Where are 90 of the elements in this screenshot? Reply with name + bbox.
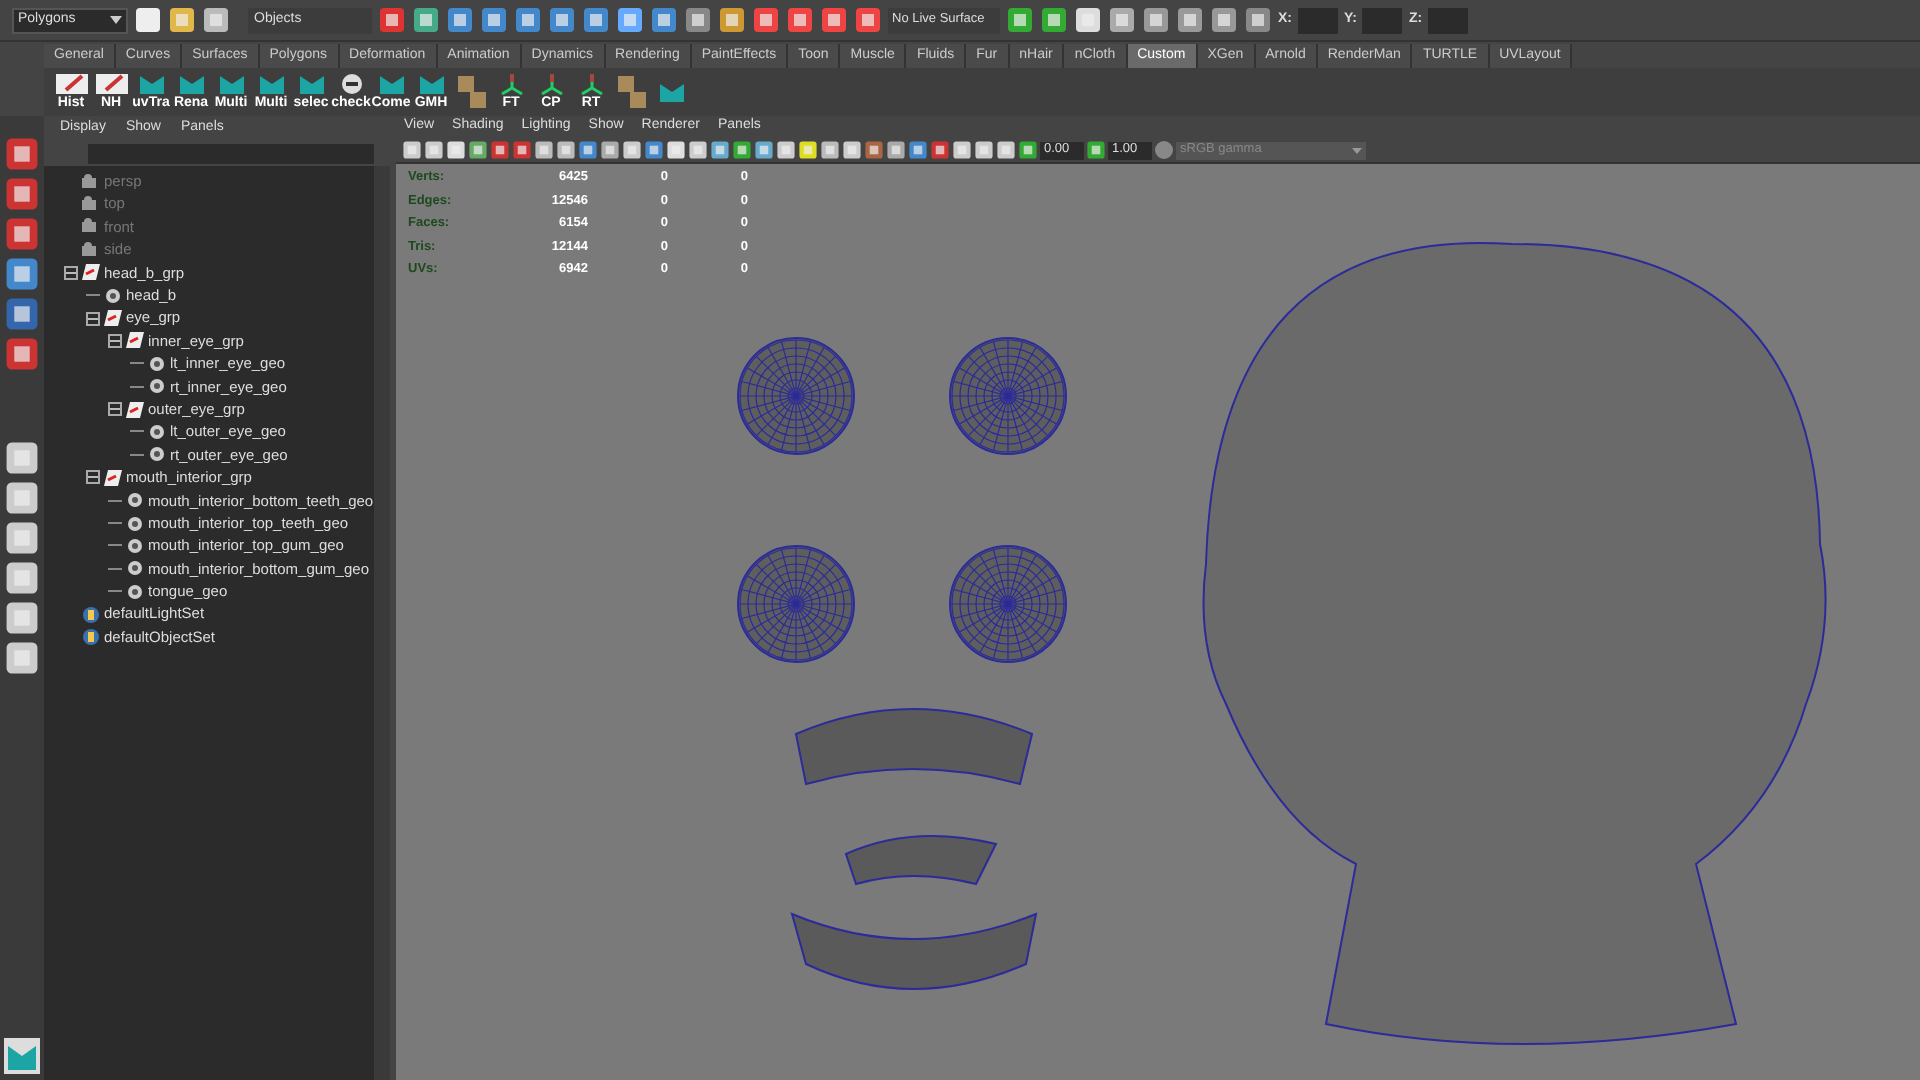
camera-icon bbox=[82, 173, 100, 190]
tool-icon[interactable] bbox=[786, 6, 814, 34]
camera-icon bbox=[82, 196, 100, 213]
layout-icon[interactable] bbox=[4, 520, 40, 556]
layout-icon[interactable] bbox=[4, 480, 40, 516]
coordinate-field[interactable] bbox=[1298, 7, 1338, 33]
layout-icon[interactable] bbox=[4, 560, 40, 596]
logo-icon bbox=[137, 72, 165, 96]
coordinate-field[interactable] bbox=[1362, 7, 1403, 33]
group-icon bbox=[82, 264, 100, 281]
tool-icon[interactable] bbox=[854, 6, 882, 34]
shelf-button[interactable] bbox=[452, 70, 490, 114]
tool-icon bbox=[453, 72, 489, 112]
save-icon[interactable] bbox=[202, 6, 230, 34]
eyeball-model-drawing bbox=[737, 337, 855, 455]
set-icon bbox=[82, 605, 100, 624]
tool-icon[interactable] bbox=[1086, 140, 1106, 160]
tool-icon[interactable] bbox=[4, 176, 40, 212]
note-pencil-icon bbox=[93, 72, 129, 96]
tool-icon[interactable] bbox=[616, 6, 644, 34]
dropdown-arrow-icon bbox=[1352, 147, 1362, 153]
group-icon bbox=[126, 401, 144, 418]
eyeball-model-drawing bbox=[737, 545, 855, 663]
tool-icon[interactable] bbox=[1108, 6, 1136, 34]
logo-icon bbox=[257, 72, 285, 96]
note-pencil-icon bbox=[53, 72, 89, 96]
dropdown-arrow-icon bbox=[110, 16, 122, 24]
tool-icon[interactable] bbox=[446, 6, 474, 34]
group-icon bbox=[126, 332, 144, 349]
color-space-icon bbox=[1154, 140, 1174, 160]
tool-icon[interactable] bbox=[480, 6, 508, 34]
tool-icon[interactable] bbox=[1244, 6, 1272, 34]
collapse-toggle[interactable] bbox=[86, 311, 100, 326]
tool-icon[interactable] bbox=[1040, 6, 1068, 34]
layout-icon[interactable] bbox=[4, 640, 40, 676]
minus-icon bbox=[88, 313, 98, 324]
tool-icon[interactable] bbox=[1142, 6, 1170, 34]
collapse-toggle[interactable] bbox=[64, 265, 78, 280]
tool-icon[interactable] bbox=[4, 256, 40, 292]
coordinate-field[interactable] bbox=[1428, 7, 1469, 33]
tool-icon[interactable] bbox=[4, 296, 40, 332]
camera-icon bbox=[82, 241, 100, 258]
tool-icon[interactable] bbox=[1176, 6, 1204, 34]
axes-icon bbox=[577, 72, 605, 96]
collapse-toggle[interactable] bbox=[86, 470, 100, 485]
tool-icon[interactable] bbox=[582, 6, 610, 34]
minus-icon bbox=[110, 335, 120, 346]
eyeball-model-drawing bbox=[949, 545, 1067, 663]
axes-icon bbox=[497, 72, 525, 96]
tool-icon[interactable] bbox=[1210, 6, 1238, 34]
folder-icon[interactable] bbox=[168, 6, 196, 34]
tool-icon[interactable] bbox=[514, 6, 542, 34]
group-icon bbox=[104, 469, 122, 486]
tool-icon[interactable] bbox=[548, 6, 576, 34]
tool-icon[interactable] bbox=[718, 6, 746, 34]
tool-icon[interactable] bbox=[752, 6, 780, 34]
minus-icon bbox=[110, 404, 120, 415]
collapse-toggle[interactable] bbox=[108, 402, 122, 417]
logo-icon bbox=[417, 72, 445, 96]
mesh-icon bbox=[104, 287, 122, 304]
tool-icon[interactable] bbox=[684, 6, 712, 34]
collapse-toggle[interactable] bbox=[108, 333, 122, 348]
tool-icon[interactable] bbox=[4, 336, 40, 372]
tool-icon[interactable] bbox=[1006, 6, 1034, 34]
new-scene-icon[interactable] bbox=[134, 6, 162, 34]
tool-icon[interactable] bbox=[4, 216, 40, 252]
axes-icon bbox=[537, 72, 565, 96]
logo-icon bbox=[377, 72, 405, 96]
tool-icon[interactable] bbox=[650, 6, 678, 34]
tool-icon[interactable] bbox=[1074, 6, 1102, 34]
minus-icon bbox=[88, 472, 98, 483]
tool-icon[interactable] bbox=[412, 6, 440, 34]
camera-icon bbox=[82, 218, 100, 235]
scrollbar[interactable] bbox=[374, 166, 390, 1080]
layout-icon[interactable] bbox=[4, 440, 40, 476]
tool-icon[interactable] bbox=[820, 6, 848, 34]
filter-field[interactable] bbox=[88, 143, 374, 163]
eyeball-model-drawing bbox=[949, 337, 1067, 455]
set-icon bbox=[82, 628, 100, 646]
logo-icon bbox=[177, 72, 205, 96]
group-icon bbox=[104, 310, 122, 327]
tool-icon[interactable] bbox=[378, 6, 406, 34]
layout-icon[interactable] bbox=[4, 600, 40, 636]
logo-icon bbox=[217, 72, 245, 96]
logo-icon bbox=[657, 80, 685, 104]
shelf-button[interactable] bbox=[612, 70, 650, 114]
minus-icon bbox=[66, 267, 76, 278]
tool-icon[interactable] bbox=[4, 136, 40, 172]
logo-icon bbox=[297, 72, 325, 96]
tool-icon bbox=[613, 72, 649, 112]
